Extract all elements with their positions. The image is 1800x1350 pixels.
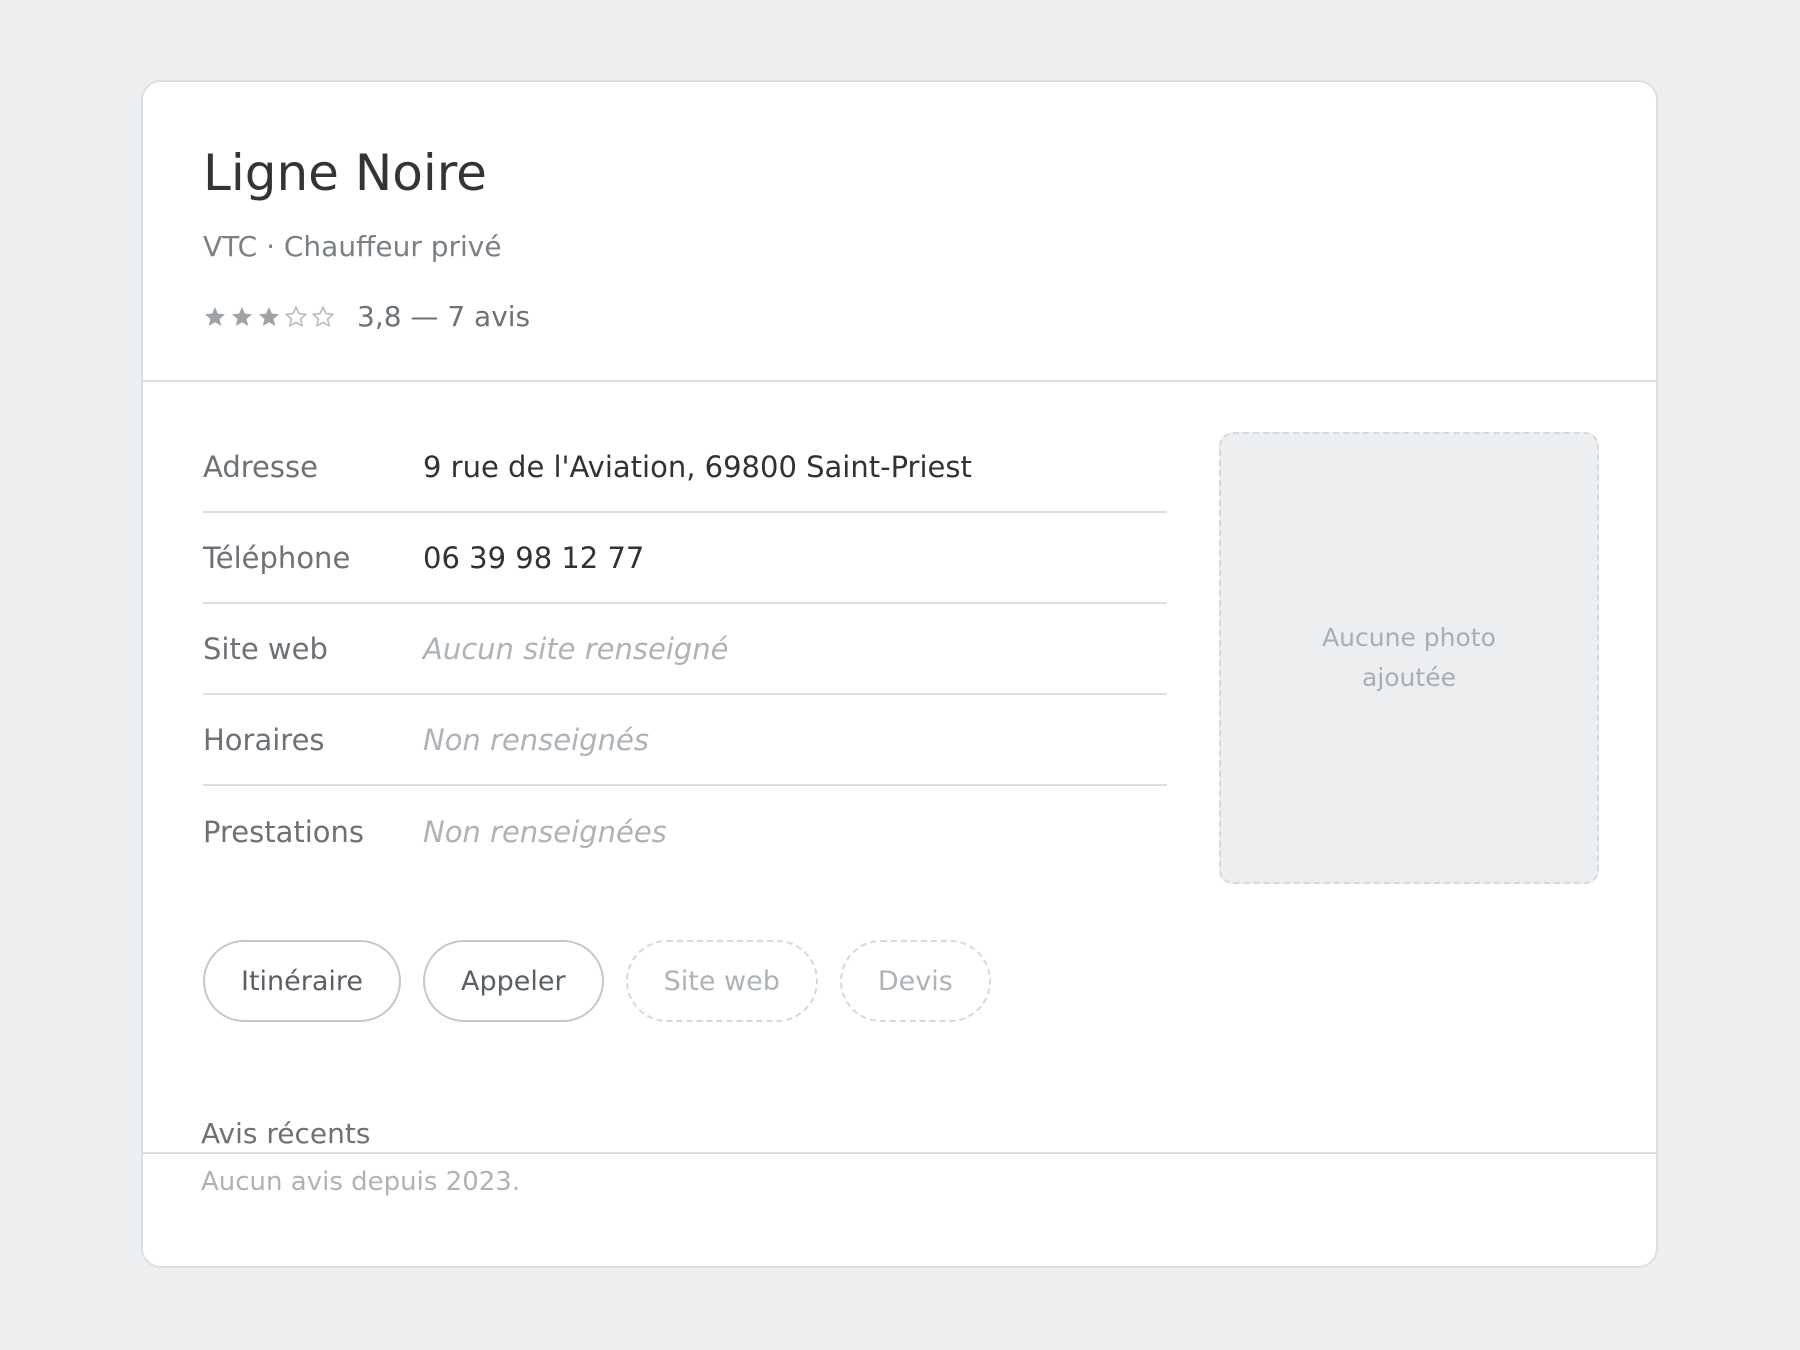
details-row-hours: Horaires Non renseignés: [203, 695, 1167, 786]
rating-summary: 3,8 — 7 avis: [203, 300, 530, 333]
business-name: Ligne Noire: [203, 144, 487, 202]
card-body: Adresse 9 rue de l'Aviation, 69800 Saint…: [143, 382, 1656, 1154]
phone-label: Téléphone: [203, 540, 351, 575]
website-button[interactable]: Site web: [625, 940, 818, 1022]
business-card: Ligne Noire VTC · Chauffeur privé 3,8 — …: [141, 80, 1658, 1268]
star-empty-icon: [312, 305, 334, 327]
recent-reviews-section: Avis récents Aucun avis depuis 2023.: [201, 1117, 520, 1198]
hours-value: Non renseignés: [423, 722, 649, 757]
address-value: 9 rue de l'Aviation, 69800 Saint-Priest: [423, 449, 972, 484]
details-row-website: Site web Aucun site renseigné: [203, 604, 1167, 695]
call-button[interactable]: Appeler: [423, 940, 604, 1022]
services-value: Non renseignées: [423, 814, 667, 849]
details-row-services: Prestations Non renseignées: [203, 786, 1167, 877]
phone-value: 06 39 98 12 77: [423, 540, 645, 575]
photo-placeholder: Aucune photo ajoutée: [1219, 432, 1599, 884]
hours-label: Horaires: [203, 722, 325, 757]
website-label: Site web: [203, 631, 328, 666]
action-buttons: Itinéraire Appeler Site web Devis: [203, 940, 991, 1022]
itinerary-button[interactable]: Itinéraire: [203, 940, 402, 1022]
business-category: VTC · Chauffeur privé: [203, 230, 502, 263]
star-filled-icon: [205, 306, 225, 326]
services-label: Prestations: [203, 814, 365, 849]
details-row-phone: Téléphone 06 39 98 12 77: [203, 513, 1167, 604]
details-row-address: Adresse 9 rue de l'Aviation, 69800 Saint…: [203, 422, 1167, 513]
rating-text: 3,8 — 7 avis: [357, 300, 531, 333]
card-header: Ligne Noire VTC · Chauffeur privé 3,8 — …: [143, 82, 1656, 382]
website-value: Aucun site renseigné: [423, 631, 729, 666]
star-filled-icon: [232, 306, 252, 326]
star-rating: [203, 305, 335, 329]
reviews-empty-text: Aucun avis depuis 2023.: [201, 1166, 521, 1197]
quote-button[interactable]: Devis: [839, 940, 991, 1022]
reviews-title: Avis récents: [201, 1117, 371, 1150]
photo-placeholder-text: Aucune photo ajoutée: [1322, 623, 1496, 692]
address-label: Adresse: [203, 449, 318, 484]
star-empty-icon: [285, 305, 307, 327]
star-filled-icon: [259, 306, 279, 326]
details-table: Adresse 9 rue de l'Aviation, 69800 Saint…: [203, 422, 1167, 877]
